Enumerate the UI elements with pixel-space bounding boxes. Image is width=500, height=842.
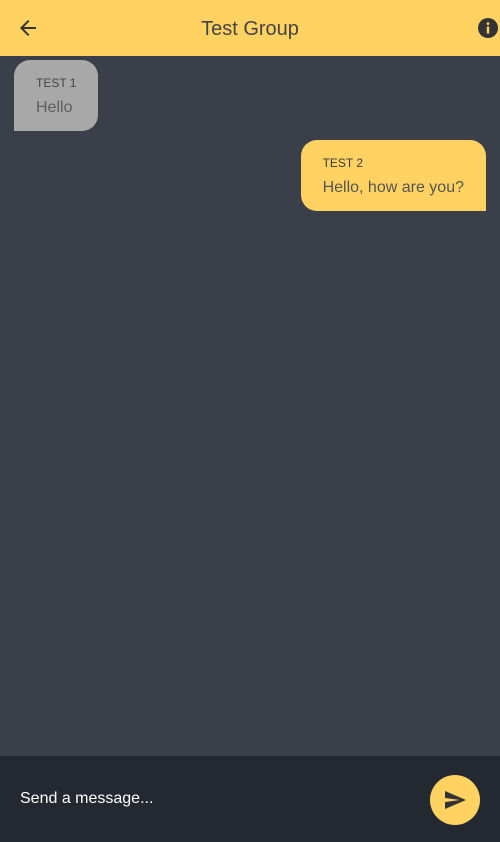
message-text: Hello, how are you?	[322, 179, 464, 196]
send-icon	[445, 791, 466, 809]
message-sender: TEST 1	[36, 76, 77, 90]
message-list: TEST 1 Hello TEST 2 Hello, how are you?	[0, 56, 500, 756]
back-button[interactable]	[8, 8, 48, 48]
info-button[interactable]	[460, 8, 500, 48]
message-sender: TEST 2	[322, 156, 364, 170]
message-bubble-incoming: TEST 1 Hello	[14, 60, 99, 131]
app-bar: Test Group	[0, 0, 500, 56]
page-title: Test Group	[201, 18, 299, 40]
arrow-left-icon	[20, 20, 36, 36]
message-input[interactable]	[20, 784, 410, 814]
composer-bar	[0, 756, 500, 842]
send-button[interactable]	[430, 775, 480, 825]
chat-screen: Test Group TEST 1 Hello TEST 2 Hello, ho…	[0, 0, 500, 842]
message-text: Hello	[36, 99, 73, 116]
info-icon	[478, 18, 498, 38]
message-bubble-outgoing: TEST 2 Hello, how are you?	[300, 140, 486, 211]
